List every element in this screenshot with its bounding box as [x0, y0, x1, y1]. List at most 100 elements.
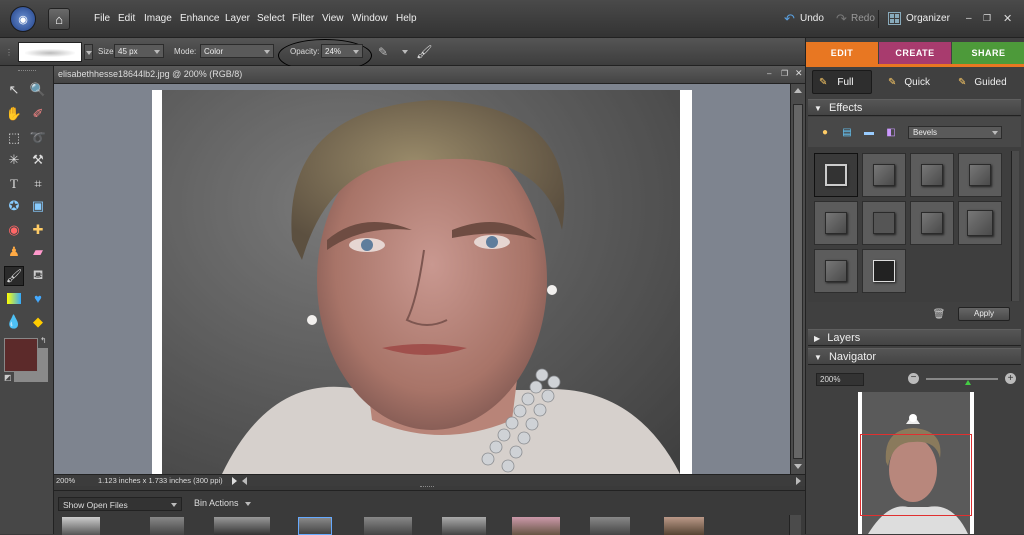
menu-window[interactable]: Window	[352, 13, 388, 24]
effects-category-select[interactable]: Bevels	[908, 126, 1002, 139]
undo-button[interactable]: Undo	[800, 13, 824, 24]
bevel-swatch[interactable]	[862, 201, 906, 245]
type-tool-icon[interactable]: T	[4, 174, 24, 194]
bevel-swatch[interactable]	[862, 153, 906, 197]
cookie-cutter-tool-icon[interactable]: ✪	[4, 196, 24, 216]
airbrush-icon[interactable]: ✎	[378, 45, 388, 59]
bevel-swatch[interactable]	[958, 201, 1002, 245]
scroll-down-arrow-icon[interactable]	[794, 464, 802, 469]
foreground-color-swatch[interactable]	[4, 338, 38, 372]
restore-icon[interactable]: ❐	[983, 13, 991, 24]
mode-quick-button[interactable]: ✎ Quick	[884, 70, 948, 94]
minimize-icon[interactable]: –	[966, 13, 972, 24]
layers-panel-header[interactable]: ▶ Layers	[808, 329, 1021, 346]
slider-thumb[interactable]	[965, 380, 971, 385]
menu-image[interactable]: Image	[144, 13, 172, 24]
chevron-down-icon[interactable]	[245, 502, 251, 506]
menu-filter[interactable]: Filter	[292, 13, 314, 24]
close-icon[interactable]: ✕	[1003, 12, 1012, 25]
gradient-tool-icon[interactable]	[4, 288, 24, 308]
paint-bucket-tool-icon[interactable]: ⛾	[28, 266, 48, 286]
sponge-tool-icon[interactable]: ◆	[28, 312, 48, 332]
lasso-tool-icon[interactable]: ➰	[28, 128, 48, 148]
menu-help[interactable]: Help	[396, 13, 417, 24]
redo-icon[interactable]: ↷	[836, 11, 847, 27]
bevel-swatch-selected[interactable]	[814, 153, 858, 197]
bevel-swatch[interactable]	[910, 201, 954, 245]
bin-actions-menu[interactable]: Bin Actions	[194, 498, 239, 508]
crop-tool-icon[interactable]: ⌗	[28, 174, 48, 194]
bin-thumbnail[interactable]	[364, 517, 412, 535]
red-eye-tool-icon[interactable]: ◉	[4, 220, 24, 240]
navigator-zoom-field[interactable]: 200%	[816, 373, 864, 386]
zoom-readout[interactable]: 200%	[56, 476, 75, 485]
zoom-tool-icon[interactable]: 🔍	[28, 80, 48, 100]
marquee-tool-icon[interactable]: ⬚	[4, 128, 24, 148]
menu-select[interactable]: Select	[257, 13, 285, 24]
redo-button[interactable]: Redo	[851, 13, 875, 24]
quick-selection-tool-icon[interactable]: ⚒	[28, 150, 48, 170]
navigator-zoom-slider[interactable]	[926, 378, 998, 380]
brush-tool-icon[interactable]: 🖌	[4, 266, 24, 286]
scroll-thumb[interactable]	[793, 104, 803, 459]
clone-stamp-tool-icon[interactable]: ♟	[4, 242, 24, 262]
hand-tool-icon[interactable]: ✋	[4, 104, 24, 124]
filters-icon[interactable]: ●	[818, 125, 832, 139]
close-icon[interactable]: ✕	[795, 68, 803, 79]
mode-full-button[interactable]: ✎ Full	[812, 70, 872, 94]
layer-styles-icon[interactable]: ▤	[840, 125, 854, 139]
default-colors-icon[interactable]: ◩	[4, 373, 12, 382]
magic-wand-tool-icon[interactable]: ✳	[4, 150, 24, 170]
organizer-button[interactable]: Organizer	[906, 13, 950, 24]
eyedropper-tool-icon[interactable]: ✐	[28, 104, 48, 124]
show-all-icon[interactable]: ◧	[884, 125, 898, 139]
eraser-tool-icon[interactable]: ▰	[28, 242, 48, 262]
bin-scrollbar[interactable]	[789, 515, 801, 535]
zoom-out-icon[interactable]: −	[908, 373, 919, 384]
hscroll-right-arrow-icon[interactable]	[796, 477, 801, 485]
navigator-view-rectangle[interactable]	[860, 434, 972, 516]
apply-button[interactable]: Apply	[958, 307, 1010, 321]
bin-thumbnail[interactable]	[150, 517, 184, 535]
bevel-swatch[interactable]	[814, 201, 858, 245]
size-field[interactable]: 45 px	[114, 44, 164, 58]
trash-icon[interactable]: 🗑	[932, 307, 946, 321]
restore-icon[interactable]: ❐	[781, 69, 788, 78]
organizer-icon[interactable]	[888, 12, 901, 25]
brush-settings-icon[interactable]: 🖌	[416, 44, 433, 60]
bin-thumbnail-active[interactable]	[298, 517, 332, 535]
menu-view[interactable]: View	[322, 13, 344, 24]
bevel-swatch[interactable]	[814, 249, 858, 293]
home-icon[interactable]: ⌂	[48, 8, 70, 30]
healing-brush-tool-icon[interactable]: ✚	[28, 220, 48, 240]
bin-thumbnail[interactable]	[512, 517, 560, 535]
move-tool-icon[interactable]: ↖	[4, 80, 24, 100]
mode-guided-button[interactable]: ✎ Guided	[956, 70, 1024, 94]
bevel-swatch[interactable]	[910, 153, 954, 197]
brush-dropdown-button[interactable]	[84, 44, 93, 60]
portrait-photo[interactable]	[162, 90, 680, 474]
vertical-scrollbar[interactable]	[790, 84, 805, 474]
bin-thumbnail[interactable]	[442, 517, 486, 535]
bevel-swatch[interactable]	[862, 249, 906, 293]
bin-thumbnail[interactable]	[214, 517, 270, 535]
tab-edit[interactable]: EDIT	[806, 42, 878, 64]
camera-icon[interactable]: ◉	[10, 6, 36, 32]
chevron-down-icon[interactable]	[402, 50, 408, 54]
minimize-icon[interactable]: –	[767, 69, 771, 78]
status-menu-arrow-icon[interactable]	[232, 477, 237, 485]
show-open-files-select[interactable]: Show Open Files	[58, 497, 182, 511]
tab-share[interactable]: SHARE	[952, 42, 1024, 64]
opacity-field[interactable]: 24%	[321, 44, 363, 58]
tab-create[interactable]: CREATE	[879, 42, 951, 64]
swap-colors-icon[interactable]: ↰	[40, 336, 47, 345]
menu-edit[interactable]: Edit	[118, 13, 135, 24]
effects-scrollbar[interactable]	[1011, 151, 1019, 301]
bin-thumbnail[interactable]	[590, 517, 630, 535]
shape-tool-icon[interactable]: ♥	[28, 288, 48, 308]
menu-layer[interactable]: Layer	[225, 13, 250, 24]
menu-enhance[interactable]: Enhance	[180, 13, 219, 24]
undo-icon[interactable]: ↶	[784, 11, 795, 27]
hscroll-left-arrow-icon[interactable]	[242, 477, 247, 485]
mode-select[interactable]: Color	[200, 44, 274, 58]
